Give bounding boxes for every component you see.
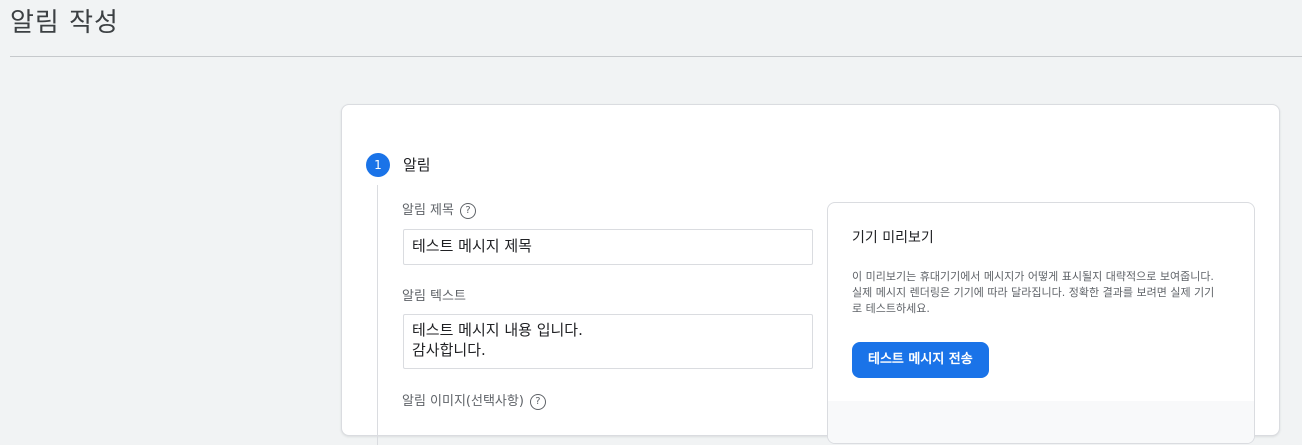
notification-text-label: 알림 텍스트 [402,289,466,305]
step-connector-line [377,185,378,445]
notification-text-input[interactable]: 테스트 메시지 내용 입니다. 감사합니다. [403,314,813,369]
notification-image-label: 알림 이미지(선택사항) ? [402,394,546,410]
device-preview-title: 기기 미리보기 [852,230,934,246]
notification-title-label-text: 알림 제목 [402,203,454,218]
notification-image-label-text: 알림 이미지(선택사항) [402,394,524,409]
help-icon[interactable]: ? [529,394,546,410]
notification-title-label: 알림 제목 ? [402,203,476,219]
notification-text-label-text: 알림 텍스트 [402,289,466,304]
device-preview-area [828,401,1254,443]
help-icon[interactable]: ? [459,203,476,219]
notification-title-input[interactable]: 테스트 메시지 제목 [403,229,813,265]
device-preview-description: 이 미리보기는 휴대기기에서 메시지가 어떻게 표시될지 대략적으로 보여줍니다… [852,270,1215,315]
send-test-message-button[interactable]: 테스트 메시지 전송 [852,342,989,378]
step-title: 알림 [403,156,431,174]
page-title: 알림 작성 [10,8,119,38]
notification-compose-card: 1 알림 알림 제목 ? 테스트 메시지 제목 알림 텍스트 테스트 메시지 내… [341,104,1280,445]
device-preview-panel: 기기 미리보기 이 미리보기는 휴대기기에서 메시지가 어떻게 표시될지 대략적… [827,202,1255,444]
step-number-badge: 1 [366,153,390,177]
header-divider [10,56,1302,57]
